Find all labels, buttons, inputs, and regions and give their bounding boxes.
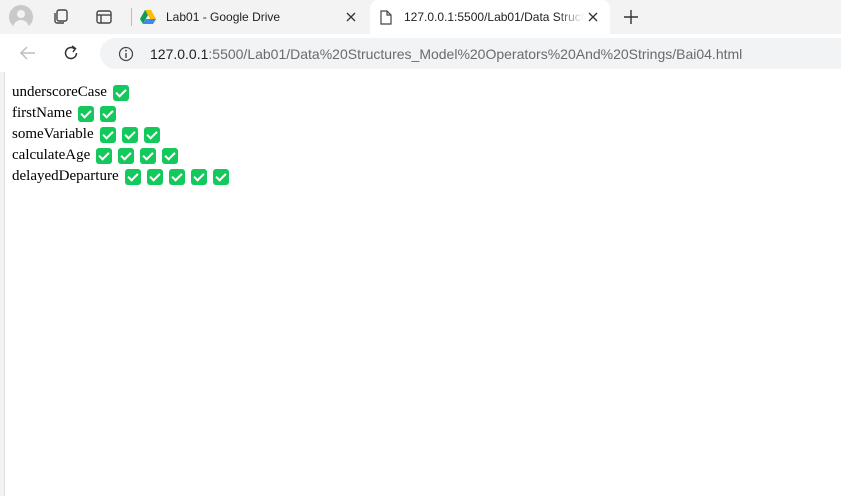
check-mark-icon (168, 168, 185, 185)
site-info-icon[interactable] (118, 46, 134, 62)
plus-icon (624, 10, 638, 24)
output-line: firstName (12, 103, 235, 124)
reload-button[interactable] (60, 42, 82, 64)
url-path: :5500/Lab01/Data%20Structures_Model%20Op… (208, 45, 743, 62)
tab-strip: Lab01 - Google Drive 127.0.0.1:5500/Lab0… (0, 0, 841, 34)
output-line: delayedDeparture (12, 166, 235, 187)
check-mark-icon (121, 126, 138, 143)
tab-title: 127.0.0.1:5500/Lab01/Data Structu (404, 10, 584, 24)
output-line: underscoreCase (12, 82, 235, 103)
vertical-tabs-icon[interactable] (94, 7, 114, 27)
check-mark-icon (190, 168, 207, 185)
arrow-left-icon (19, 46, 35, 60)
variable-name-text: delayedDeparture (12, 168, 119, 184)
back-button[interactable] (17, 42, 39, 64)
profile-avatar-icon[interactable] (9, 5, 33, 29)
check-mark-icon (146, 168, 163, 185)
close-tab-icon[interactable] (584, 8, 602, 26)
check-mark-icon (143, 126, 160, 143)
tab-title: Lab01 - Google Drive (166, 10, 281, 24)
close-tab-icon[interactable] (342, 8, 360, 26)
url-text[interactable]: 127.0.0.1:5500/Lab01/Data%20Structures_M… (150, 46, 742, 62)
check-mark-icon (99, 105, 116, 122)
tab-active-page[interactable]: 127.0.0.1:5500/Lab01/Data Structu (370, 0, 610, 34)
variable-name-text: someVariable (12, 126, 94, 142)
new-tab-button[interactable] (620, 6, 642, 28)
check-mark-icon (77, 105, 94, 122)
address-bar[interactable]: 127.0.0.1:5500/Lab01/Data%20Structures_M… (100, 38, 841, 69)
tab-google-drive[interactable]: Lab01 - Google Drive (134, 0, 368, 34)
check-mark-icon (140, 147, 157, 164)
check-mark-icon (99, 126, 116, 143)
output-line: calculateAge (12, 145, 235, 166)
output-line: someVariable (12, 124, 235, 145)
page-content: underscoreCase firstName someVariable calcu… (12, 82, 235, 187)
check-mark-icon (96, 147, 113, 164)
variable-name-text: firstName (12, 105, 72, 121)
variable-name-text: underscoreCase (12, 84, 107, 100)
reload-icon (64, 45, 78, 60)
page-icon (378, 9, 394, 25)
check-mark-icon (112, 84, 129, 101)
tab-divider (131, 8, 132, 26)
url-host: 127.0.0.1 (150, 45, 209, 62)
browser-toolbar: 127.0.0.1:5500/Lab01/Data%20Structures_M… (0, 34, 841, 72)
google-drive-icon (140, 9, 156, 25)
page-viewport: underscoreCase firstName someVariable calcu… (4, 72, 841, 496)
check-mark-icon (212, 168, 229, 185)
check-mark-icon (162, 147, 179, 164)
variable-name-text: calculateAge (12, 147, 91, 163)
check-mark-icon (124, 168, 141, 185)
workspaces-icon[interactable] (51, 7, 71, 27)
check-mark-icon (118, 147, 135, 164)
